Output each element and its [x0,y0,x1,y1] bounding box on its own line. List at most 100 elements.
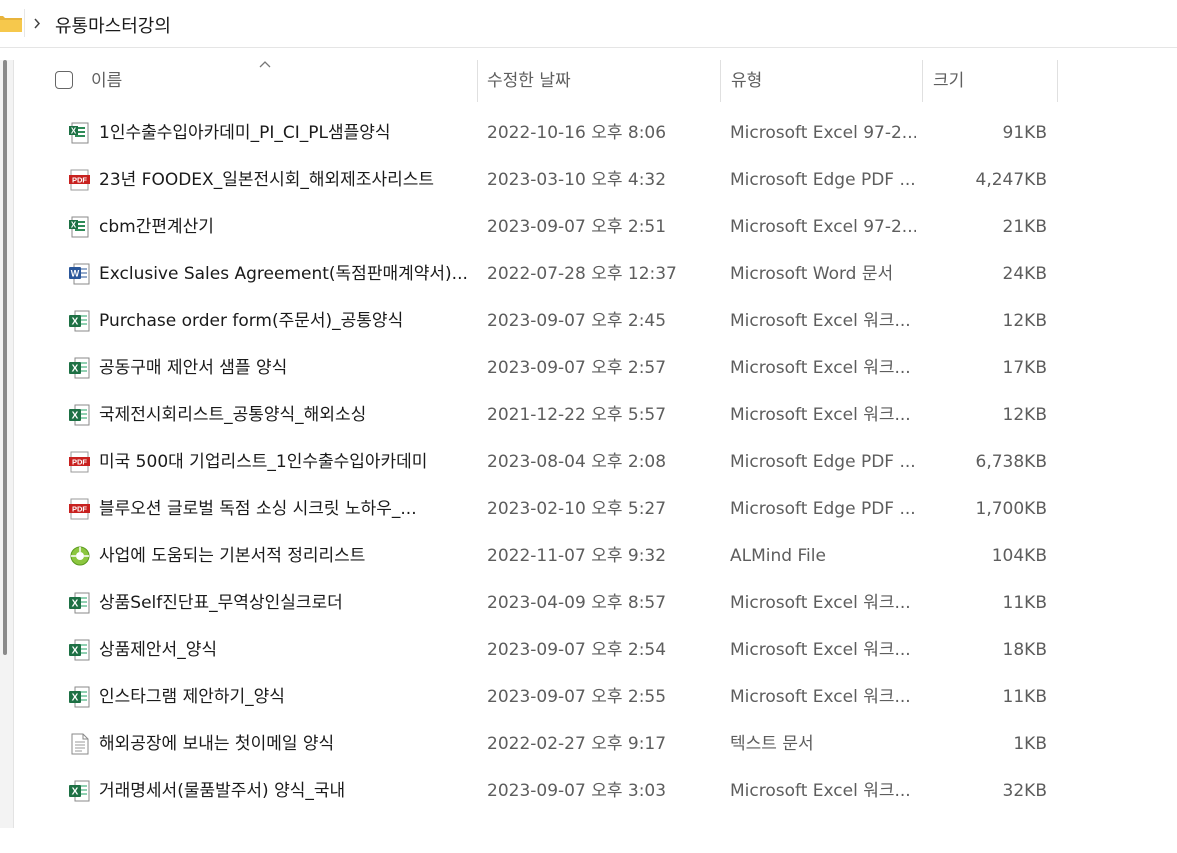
file-row[interactable]: X 상품제안서_양식 2023-09-07 오후 2:54 Microsoft Ex… [0,627,1177,674]
svg-text:X: X [72,787,79,798]
word-icon: W [69,263,90,285]
file-modified-date: 2023-02-10 오후 5:27 [487,499,667,519]
pdf-icon: PDF [69,169,90,191]
file-name: 인스타그램 제안하기_양식 [99,687,285,707]
file-row[interactable]: PDF 미국 500대 기업리스트_1인수출수입아카데미 2023-08-04 오… [0,439,1177,486]
file-modified-date: 2023-09-07 오후 2:45 [487,311,667,331]
file-row[interactable]: X 공동구매 제안서 샘플 양식 2023-09-07 오후 2:57 Micros… [0,345,1177,392]
file-modified-date: 2022-07-28 오후 12:37 [487,264,677,284]
svg-text:W: W [71,269,80,279]
file-type: Microsoft Excel 워크... [730,781,911,801]
file-type: Microsoft Edge PDF ... [730,170,916,190]
file-row[interactable]: PDF 블루오션 글로벌 독점 소싱 시크릿 노하우_... 2023-02-10… [0,486,1177,533]
svg-text:X: X [71,221,77,230]
file-size: 4,247KB [975,170,1047,190]
file-type: Microsoft Excel 워크... [730,593,911,613]
folder-icon [0,16,22,32]
file-row[interactable]: X 거래명세서(물품발주서) 양식_국내 2023-09-07 오후 3:03 Mi… [0,768,1177,815]
file-type: Microsoft Excel 워크... [730,405,911,425]
file-modified-date: 2022-02-27 오후 9:17 [487,734,667,754]
file-size: 18KB [1002,640,1047,660]
excel-icon: X [69,686,90,708]
breadcrumb-chevron[interactable] [24,9,48,37]
file-modified-date: 2023-03-10 오후 4:32 [487,170,667,190]
file-type: Microsoft Excel 워크... [730,640,911,660]
file-row[interactable]: X 상품Self진단표_무역상인실크로더 2023-04-09 오후 8:57 Mi… [0,580,1177,627]
file-name: 공동구매 제안서 샘플 양식 [99,358,288,378]
svg-text:X: X [72,364,79,375]
svg-text:X: X [71,127,77,136]
file-row[interactable]: W Exclusive Sales Agreement(독점판매계약서)... 2… [0,251,1177,298]
file-row[interactable]: PDF 23년 FOODEX_일본전시회_해외제조사리스트 2023-03-10 … [0,157,1177,204]
file-row[interactable]: 해외공장에 보내는 첫이메일 양식 2022-02-27 오후 9:17 텍스트 문… [0,721,1177,768]
file-row[interactable]: X Purchase order form(주문서)_공통양식 2023-09-0… [0,298,1177,345]
file-name: 블루오션 글로벌 독점 소싱 시크릿 노하우_... [99,499,417,519]
file-size: 32KB [1002,781,1047,801]
column-divider[interactable] [720,60,721,102]
file-name: cbm간편계산기 [99,217,214,237]
excel-legacy-icon: X [69,216,90,238]
excel-icon: X [69,592,90,614]
file-row[interactable]: X 국제전시회리스트_공통양식_해외소싱 2021-12-22 오후 5:57 Mi… [0,392,1177,439]
file-type: Microsoft Word 문서 [730,264,894,284]
file-modified-date: 2022-11-07 오후 9:32 [487,546,667,566]
file-row[interactable]: X cbm간편계산기 2023-09-07 오후 2:51 Microsoft Ex… [0,204,1177,251]
svg-text:X: X [72,599,79,610]
file-name: 1인수출수입아카데미_PI_CI_PL샘플양식 [99,123,391,143]
chevron-right-icon [34,18,41,29]
file-name: Exclusive Sales Agreement(독점판매계약서)... [99,264,467,284]
file-type: Microsoft Excel 97-2... [730,123,916,143]
file-size: 6,738KB [975,452,1047,472]
svg-text:X: X [72,693,79,704]
almind-icon [69,545,90,567]
file-name: 23년 FOODEX_일본전시회_해외제조사리스트 [99,170,435,190]
file-modified-date: 2023-09-07 오후 3:03 [487,781,667,801]
file-type: Microsoft Excel 97-2... [730,217,916,237]
file-size: 24KB [1002,264,1047,284]
pdf-icon: PDF [69,451,90,473]
file-modified-date: 2023-04-09 오후 8:57 [487,593,667,613]
file-type: 텍스트 문서 [730,734,814,754]
address-bar: 유통마스터강의 [0,0,1177,48]
file-size: 12KB [1002,405,1047,425]
file-name: 거래명세서(물품발주서) 양식_국내 [99,781,346,801]
column-header-name[interactable]: 이름 [91,58,476,102]
file-size: 12KB [1002,311,1047,331]
svg-text:PDF: PDF [72,458,87,467]
file-row[interactable]: X 1인수출수입아카데미_PI_CI_PL샘플양식 2022-10-16 오후 8… [0,110,1177,157]
file-size: 91KB [1002,123,1047,143]
file-size: 21KB [1002,217,1047,237]
excel-icon: X [69,310,90,332]
file-list: X 1인수출수입아카데미_PI_CI_PL샘플양식 2022-10-16 오후 8… [0,110,1177,815]
svg-text:PDF: PDF [72,176,87,185]
column-header-type[interactable]: 유형 [731,58,921,102]
column-divider[interactable] [922,60,923,102]
file-type: Microsoft Edge PDF ... [730,452,916,472]
svg-text:X: X [72,317,79,328]
svg-text:X: X [72,646,79,657]
file-row[interactable]: 사업에 도움되는 기본서적 정리리스트 2022-11-07 오후 9:32 ALM… [0,533,1177,580]
breadcrumb-current-folder[interactable]: 유통마스터강의 [55,12,171,38]
column-header: 이름 수정한 날짜 유형 크기 [0,58,1177,104]
file-modified-date: 2021-12-22 오후 5:57 [487,405,667,425]
file-row[interactable]: X 인스타그램 제안하기_양식 2023-09-07 오후 2:55 Microso… [0,674,1177,721]
file-size: 1,700KB [975,499,1047,519]
file-modified-date: 2022-10-16 오후 8:06 [487,123,667,143]
excel-legacy-icon: X [69,122,90,144]
column-divider[interactable] [477,60,478,102]
column-header-modified[interactable]: 수정한 날짜 [487,58,719,102]
file-modified-date: 2023-09-07 오후 2:54 [487,640,667,660]
svg-text:X: X [72,411,79,422]
file-name: 해외공장에 보내는 첫이메일 양식 [99,734,335,754]
file-modified-date: 2023-08-04 오후 2:08 [487,452,667,472]
column-divider[interactable] [1057,60,1058,102]
column-header-size[interactable]: 크기 [933,58,1057,102]
file-name: 상품Self진단표_무역상인실크로더 [99,593,343,613]
file-name: 국제전시회리스트_공통양식_해외소싱 [99,405,367,425]
file-name: 상품제안서_양식 [99,640,217,660]
file-modified-date: 2023-09-07 오후 2:51 [487,217,667,237]
file-name: 미국 500대 기업리스트_1인수출수입아카데미 [99,452,428,472]
excel-icon: X [69,780,90,802]
file-size: 11KB [1002,593,1047,613]
select-all-checkbox[interactable] [55,71,73,89]
